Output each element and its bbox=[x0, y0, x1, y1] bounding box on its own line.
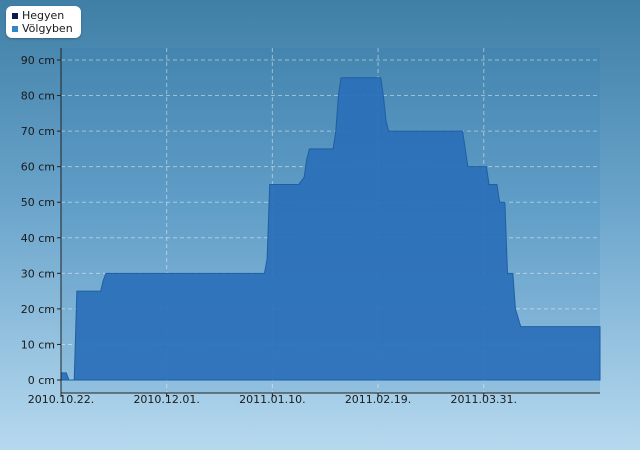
x-tick-label: 2011.02.19. bbox=[345, 393, 411, 406]
chart-root: 0 cm 10 cm 20 cm 30 cm 40 cm 50 cm 60 cm 70 cm 8… bbox=[0, 0, 640, 450]
x-tick-label: 2010.12.01. bbox=[133, 393, 199, 406]
legend-item-volgyben: Völgyben bbox=[12, 22, 73, 35]
legend-label-hegyen: Hegyen bbox=[22, 9, 65, 22]
y-tick-label: 10 cm bbox=[21, 338, 55, 351]
y-tick-label: 20 cm bbox=[21, 303, 55, 316]
y-tick-label: 90 cm bbox=[21, 54, 55, 67]
y-tick-label: 30 cm bbox=[21, 267, 55, 280]
legend: Hegyen Völgyben bbox=[6, 6, 81, 38]
x-tick-label: 2010.10.22. bbox=[28, 393, 94, 406]
x-tick-label: 2011.01.10. bbox=[239, 393, 305, 406]
legend-label-volgyben: Völgyben bbox=[22, 22, 73, 35]
y-tick-label: 40 cm bbox=[21, 232, 55, 245]
y-tick-label: 50 cm bbox=[21, 196, 55, 209]
y-tick-label: 60 cm bbox=[21, 161, 55, 174]
legend-item-hegyen: Hegyen bbox=[12, 9, 73, 22]
y-tick-label: 0 cm bbox=[28, 374, 55, 387]
y-tick-label: 80 cm bbox=[21, 90, 55, 103]
legend-swatch-hegyen bbox=[12, 12, 18, 19]
chart-svg: 0 cm 10 cm 20 cm 30 cm 40 cm 50 cm 60 cm 70 cm 8… bbox=[21, 48, 601, 406]
legend-swatch-volgyben bbox=[12, 25, 18, 32]
x-tick-label: 2011.03.31. bbox=[451, 393, 517, 406]
y-tick-label: 70 cm bbox=[21, 125, 55, 138]
